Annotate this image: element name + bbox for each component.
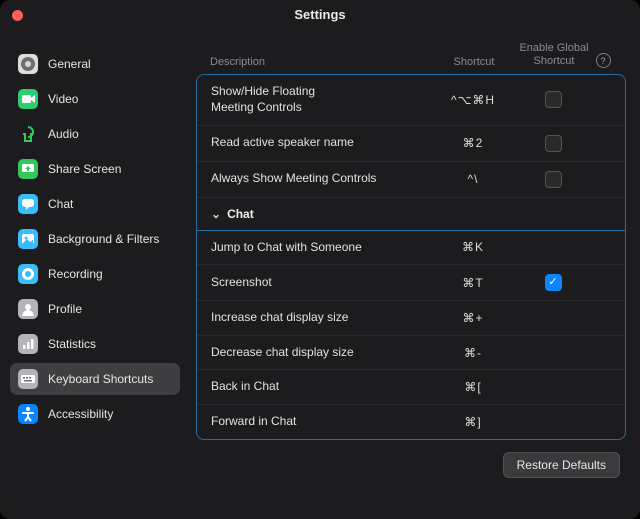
sidebar-item-rec[interactable]: Recording [10, 258, 180, 290]
shortcut-row[interactable]: Back in Chat⌘[ [197, 370, 625, 405]
shortcut-row[interactable]: Increase chat display size⌘+ [197, 301, 625, 336]
header-global: Enable Global Shortcut [514, 42, 594, 68]
video-icon [18, 89, 38, 109]
global-checkbox[interactable] [545, 171, 562, 188]
shortcut-keys[interactable]: ^⌥⌘H [433, 93, 513, 107]
sidebar-item-label: Recording [48, 267, 103, 281]
sidebar-item-label: Video [48, 92, 78, 106]
sidebar-item-label: Profile [48, 302, 82, 316]
settings-sidebar: General Video Audio Share Screen Chat Backgro… [0, 32, 190, 519]
shortcut-description: Always Show Meeting Controls [211, 171, 433, 187]
shortcut-description: Show/Hide FloatingMeeting Controls [211, 84, 433, 115]
sidebar-item-label: Share Screen [48, 162, 121, 176]
sidebar-item-bg[interactable]: Background & Filters [10, 223, 180, 255]
shortcuts-panel: Description Shortcut Enable Global Short… [190, 32, 640, 519]
shortcut-row[interactable]: Decrease chat display size⌘- [197, 336, 625, 371]
global-cell [513, 171, 593, 188]
sidebar-item-label: Chat [48, 197, 73, 211]
shortcut-row[interactable]: Show/Hide FloatingMeeting Controls^⌥⌘H [197, 75, 625, 125]
shortcut-keys[interactable]: ⌘K [433, 240, 513, 254]
global-checkbox[interactable] [545, 274, 562, 291]
shortcut-keys[interactable]: ⌘2 [433, 136, 513, 150]
rec-icon [18, 264, 38, 284]
restore-defaults-button[interactable]: Restore Defaults [503, 452, 620, 478]
global-checkbox[interactable] [545, 91, 562, 108]
column-headers: Description Shortcut Enable Global Short… [196, 42, 626, 74]
kbd-icon [18, 369, 38, 389]
sidebar-item-video[interactable]: Video [10, 83, 180, 115]
shortcut-keys[interactable]: ⌘T [433, 276, 513, 290]
global-cell [513, 91, 593, 108]
sidebar-item-share[interactable]: Share Screen [10, 153, 180, 185]
sidebar-item-a11y[interactable]: Accessibility [10, 398, 180, 430]
share-icon [18, 159, 38, 179]
audio-icon [18, 124, 38, 144]
shortcut-description: Screenshot [211, 275, 433, 291]
bg-icon [18, 229, 38, 249]
shortcut-description: Jump to Chat with Someone [211, 240, 433, 256]
shortcut-description: Decrease chat display size [211, 345, 433, 361]
shortcuts-list: Show/Hide FloatingMeeting Controls^⌥⌘HRe… [196, 74, 626, 439]
chevron-down-icon: ⌄ [211, 207, 221, 221]
sidebar-item-audio[interactable]: Audio [10, 118, 180, 150]
window-title: Settings [0, 7, 640, 22]
global-cell [513, 135, 593, 152]
sidebar-item-kbd[interactable]: Keyboard Shortcuts [10, 363, 180, 395]
shortcut-description: Back in Chat [211, 379, 433, 395]
shortcut-description: Forward in Chat [211, 414, 433, 430]
shortcut-keys[interactable]: ⌘- [433, 346, 513, 360]
shortcut-row[interactable]: Forward in Chat⌘] [197, 405, 625, 439]
shortcut-description: Increase chat display size [211, 310, 433, 326]
shortcut-row[interactable]: Always Show Meeting Controls^\ [197, 162, 625, 198]
global-checkbox[interactable] [545, 135, 562, 152]
shortcut-keys[interactable]: ^\ [433, 172, 513, 186]
help-icon[interactable]: ? [594, 53, 612, 68]
sidebar-item-label: Background & Filters [48, 232, 159, 246]
header-shortcut: Shortcut [434, 56, 514, 68]
global-cell [513, 274, 593, 291]
sidebar-item-label: General [48, 57, 91, 71]
profile-icon [18, 299, 38, 319]
section-label: Chat [227, 207, 254, 221]
sidebar-item-label: Accessibility [48, 407, 113, 421]
shortcut-keys[interactable]: ⌘[ [433, 380, 513, 394]
a11y-icon [18, 404, 38, 424]
shortcut-keys[interactable]: ⌘] [433, 415, 513, 429]
section-header[interactable]: ⌄ Chat [197, 198, 625, 231]
sidebar-item-profile[interactable]: Profile [10, 293, 180, 325]
sidebar-item-label: Statistics [48, 337, 96, 351]
sidebar-item-stats[interactable]: Statistics [10, 328, 180, 360]
shortcut-keys[interactable]: ⌘+ [433, 311, 513, 325]
sidebar-item-label: Keyboard Shortcuts [48, 372, 153, 386]
shortcut-row[interactable]: Jump to Chat with Someone⌘K [197, 231, 625, 266]
chat-icon [18, 194, 38, 214]
shortcut-description: Read active speaker name [211, 135, 433, 151]
stats-icon [18, 334, 38, 354]
sidebar-item-chat[interactable]: Chat [10, 188, 180, 220]
settings-window: Settings General Video Audio Share Screen Ch… [0, 0, 640, 519]
general-icon [18, 54, 38, 74]
header-description: Description [210, 56, 434, 68]
sidebar-item-general[interactable]: General [10, 48, 180, 80]
shortcut-row[interactable]: Read active speaker name⌘2 [197, 126, 625, 162]
shortcut-row[interactable]: Screenshot⌘T [197, 265, 625, 301]
sidebar-item-label: Audio [48, 127, 79, 141]
